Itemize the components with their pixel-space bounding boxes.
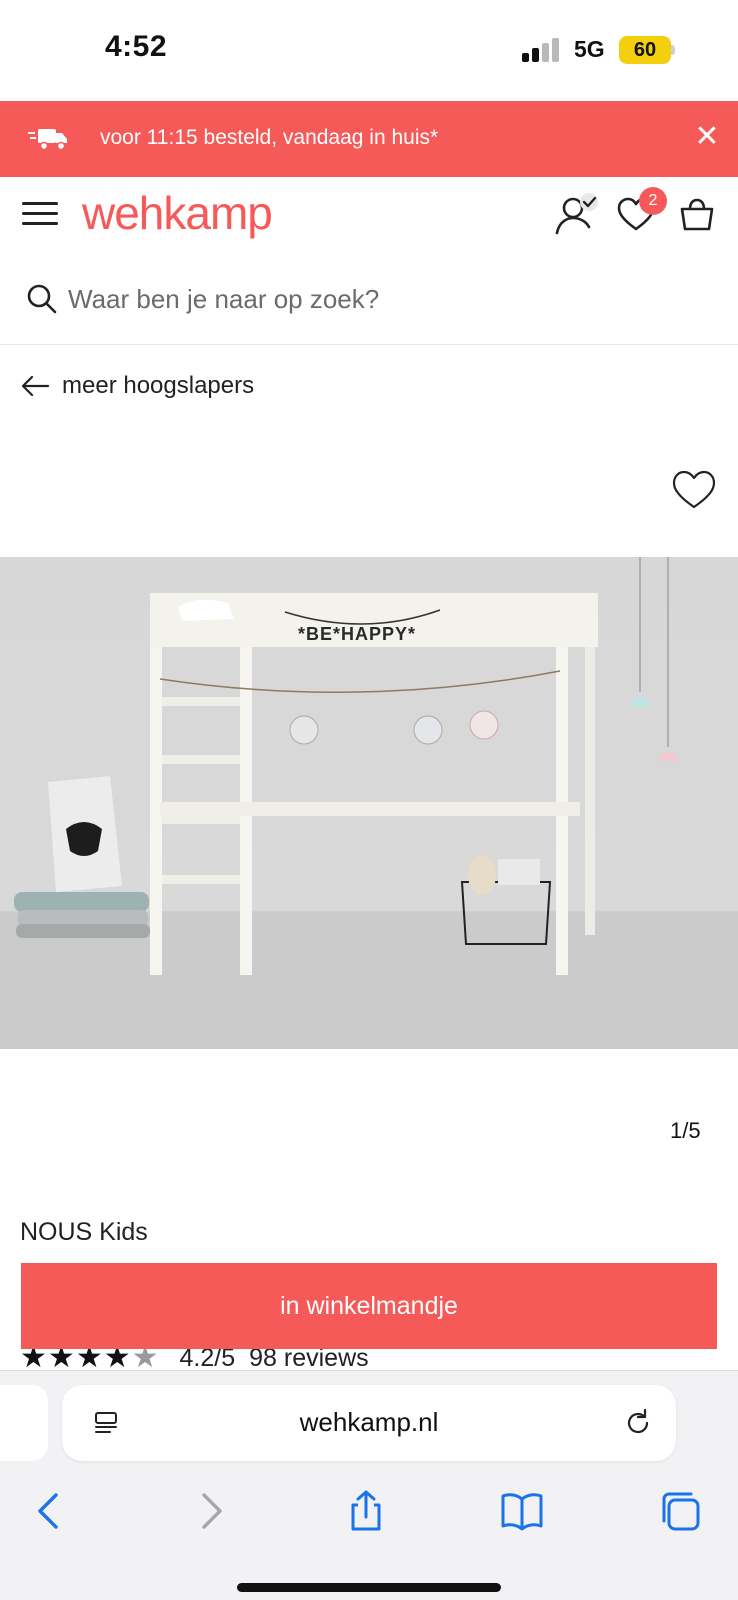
status-time: 4:52: [105, 30, 168, 63]
home-indicator: [237, 1583, 501, 1592]
wishlist-count-badge: 2: [639, 187, 667, 215]
search-bar: [0, 257, 738, 345]
loft-bed-illustration: *BE*HAPPY*: [0, 557, 738, 1049]
wehkamp-logo[interactable]: wehkamp: [82, 189, 342, 241]
search-input[interactable]: [68, 279, 668, 319]
product-brand[interactable]: NOUS Kids: [20, 1218, 148, 1247]
browser-chrome: wehkamp.nl: [0, 1370, 738, 1600]
menu-icon[interactable]: [22, 199, 60, 229]
shopping-bag-icon[interactable]: [678, 195, 716, 233]
product-image[interactable]: *BE*HAPPY*: [0, 557, 738, 1049]
bookmarks-icon[interactable]: [500, 1489, 544, 1533]
close-icon[interactable]: ✕: [690, 120, 724, 154]
svg-text:*BE*HAPPY*: *BE*HAPPY*: [298, 624, 416, 644]
url-text: wehkamp.nl: [299, 1407, 439, 1437]
promo-text: voor 11:15 besteld, vandaag in huis*: [100, 126, 439, 149]
site-header: wehkamp 2: [0, 177, 738, 257]
network-label: 5G: [574, 36, 605, 62]
svg-text:wehkamp: wehkamp: [82, 189, 272, 239]
search-icon: [27, 284, 57, 314]
browser-toolbar: [0, 1481, 738, 1541]
battery-icon: 60: [619, 36, 671, 64]
forward-arrow-icon[interactable]: [188, 1489, 232, 1533]
status-bar: 4:52 5G 60: [0, 0, 738, 101]
account-check-icon[interactable]: [553, 191, 599, 237]
signal-icon: [522, 38, 562, 62]
promo-banner: voor 11:15 besteld, vandaag in huis* ✕: [0, 101, 738, 177]
address-bar[interactable]: wehkamp.nl: [62, 1385, 676, 1461]
image-counter: 1/5: [670, 1118, 701, 1143]
tabs-icon[interactable]: [658, 1489, 702, 1533]
reload-icon[interactable]: [622, 1407, 654, 1439]
add-to-wishlist-heart-icon[interactable]: [672, 470, 716, 510]
back-link-label: meer hoogslapers: [62, 372, 255, 399]
arrow-left-icon: [21, 375, 50, 397]
delivery-truck-icon: [28, 129, 67, 151]
add-to-cart-button[interactable]: in winkelmandje: [21, 1263, 717, 1349]
back-link[interactable]: meer hoogslapers: [20, 368, 254, 404]
battery-tip: [671, 45, 675, 55]
back-arrow-icon[interactable]: [28, 1489, 72, 1533]
share-icon[interactable]: [344, 1489, 388, 1533]
previous-tab-preview[interactable]: [0, 1385, 48, 1461]
